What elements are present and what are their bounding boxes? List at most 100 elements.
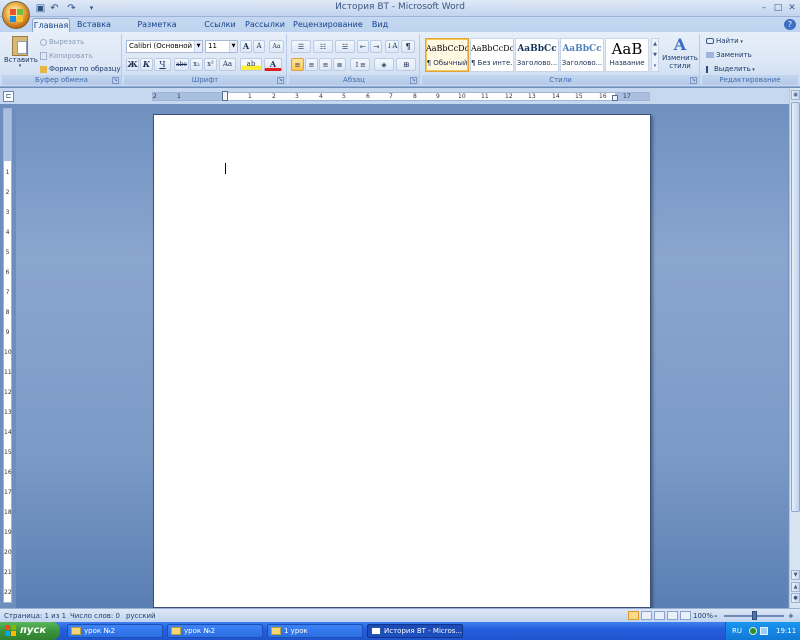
paste-dropdown-icon[interactable]: ▾ xyxy=(4,64,36,69)
font-color-button[interactable]: A xyxy=(264,58,282,71)
language-status[interactable]: русский xyxy=(126,610,156,622)
change-case-button[interactable]: Aa xyxy=(219,58,236,71)
replace-button[interactable]: Заменить xyxy=(706,51,752,59)
subscript-button[interactable]: x₂ xyxy=(190,58,203,71)
office-button[interactable] xyxy=(2,1,30,29)
justify-button[interactable]: ≣ xyxy=(333,58,346,71)
align-center-icon: ≡ xyxy=(308,61,315,69)
right-indent-marker-icon[interactable] xyxy=(612,95,618,101)
web-layout-view-icon[interactable] xyxy=(654,611,665,620)
taskbar-button-word[interactable]: История ВТ - Micros... xyxy=(367,624,463,638)
vertical-scrollbar[interactable]: ▣ ▼ ▲ ● xyxy=(789,88,800,608)
chevron-down-icon[interactable]: ▼ xyxy=(652,50,658,61)
outline-view-icon[interactable] xyxy=(667,611,678,620)
tab-page-layout[interactable]: Разметка страницы xyxy=(120,18,194,42)
font-size-combo[interactable]: 11 ▼ xyxy=(205,40,238,53)
tab-view[interactable]: Вид xyxy=(368,18,392,32)
paste-button[interactable]: Вставить ▾ xyxy=(4,36,38,72)
page-count-status[interactable]: Страница: 1 из 1 xyxy=(4,610,66,622)
clock[interactable]: 19:11 xyxy=(776,625,796,637)
document-page[interactable] xyxy=(153,114,651,608)
draft-view-icon[interactable] xyxy=(680,611,691,620)
ruler-mark: 20 xyxy=(4,549,12,556)
scroll-thumb[interactable] xyxy=(791,102,800,512)
multilevel-list-button[interactable]: ☱ xyxy=(335,40,355,53)
maximize-button[interactable]: □ xyxy=(772,2,784,14)
style-heading-1[interactable]: AaBbCc Заголово... xyxy=(515,38,559,72)
clear-formatting-button[interactable]: Aa xyxy=(269,40,284,53)
tab-review[interactable]: Рецензирование xyxy=(293,18,363,32)
style-title[interactable]: AaB Название xyxy=(605,38,649,72)
numbering-button[interactable]: ☷ xyxy=(313,40,333,53)
tab-home[interactable]: Главная xyxy=(32,18,70,32)
vertical-ruler[interactable]: 1 2 3 4 5 6 7 8 9 10 11 12 13 14 15 16 1… xyxy=(3,108,12,603)
clipboard-launcher-icon[interactable]: ↘ xyxy=(112,77,119,84)
tab-mailings[interactable]: Рассылки xyxy=(245,18,285,32)
scroll-down-icon[interactable]: ▼ xyxy=(791,570,800,580)
strikethrough-button[interactable]: abe xyxy=(174,58,189,71)
ruler-mark: 11 xyxy=(481,93,489,100)
taskbar-button-folder-3[interactable]: 1 урок xyxy=(267,624,363,638)
cut-button[interactable]: Вырезать xyxy=(40,38,84,46)
align-right-button[interactable]: ≡ xyxy=(319,58,332,71)
more-styles-icon[interactable]: ▾ xyxy=(652,61,658,72)
tab-selector-icon[interactable]: ⊏ xyxy=(3,91,14,102)
superscript-button[interactable]: x² xyxy=(204,58,217,71)
zoom-in-button[interactable]: + xyxy=(788,610,794,622)
grow-font-button[interactable]: A xyxy=(240,40,252,53)
ruler-view-icon[interactable]: ▣ xyxy=(791,90,800,100)
sort-button[interactable]: ↓A xyxy=(385,40,399,53)
borders-button[interactable]: ⊞ xyxy=(396,58,416,71)
paragraph-group: ☰ ☷ ☱ ⇤ ⇥ ↓A ¶ ≡ ≡ ≡ ≣ ↕≡ ◈ ⊞ Абзац ↘ xyxy=(289,34,420,85)
font-family-combo[interactable]: Calibri (Основной те ▼ xyxy=(126,40,203,53)
decrease-indent-button[interactable]: ⇤ xyxy=(357,40,369,53)
help-icon[interactable]: ? xyxy=(784,19,796,30)
find-button[interactable]: Найти ▾ xyxy=(706,37,743,45)
bold-button[interactable]: Ж xyxy=(126,58,139,71)
align-left-button[interactable]: ≡ xyxy=(291,58,304,71)
taskbar-button-folder-2[interactable]: урок №2 xyxy=(167,624,263,638)
bullets-button[interactable]: ☰ xyxy=(291,40,311,53)
show-marks-button[interactable]: ¶ xyxy=(401,40,415,53)
italic-button[interactable]: К xyxy=(140,58,153,71)
shrink-font-button[interactable]: A xyxy=(253,40,265,53)
underline-button[interactable]: Ч xyxy=(154,58,171,71)
taskbar-button-folder-1[interactable]: урок №2 xyxy=(67,624,163,638)
change-styles-button[interactable]: A Изменить стили xyxy=(662,36,698,74)
tab-references[interactable]: Ссылки xyxy=(201,18,239,32)
input-language-indicator[interactable]: RU xyxy=(732,625,742,637)
select-browse-object-icon[interactable]: ● xyxy=(791,593,800,603)
zoom-level[interactable]: 100% xyxy=(693,610,713,622)
indent-marker-icon[interactable] xyxy=(222,91,228,101)
horizontal-ruler[interactable]: 2 1 1 2 3 4 5 6 7 8 9 10 11 12 13 14 15 … xyxy=(152,91,650,101)
network-icon[interactable] xyxy=(760,627,768,635)
minimize-button[interactable]: – xyxy=(758,2,770,14)
format-painter-button[interactable]: Формат по образцу xyxy=(40,65,121,73)
tab-insert[interactable]: Вставка xyxy=(75,18,113,32)
align-center-button[interactable]: ≡ xyxy=(305,58,318,71)
styles-launcher-icon[interactable]: ↘ xyxy=(690,77,697,84)
close-button[interactable]: ✕ xyxy=(786,2,798,14)
start-button[interactable]: пуск xyxy=(0,622,60,640)
paragraph-launcher-icon[interactable]: ↘ xyxy=(410,77,417,84)
print-layout-view-icon[interactable] xyxy=(628,611,639,620)
font-launcher-icon[interactable]: ↘ xyxy=(277,77,284,84)
increase-indent-button[interactable]: ⇥ xyxy=(370,40,382,53)
full-screen-reading-view-icon[interactable] xyxy=(641,611,652,620)
highlight-button[interactable]: ab xyxy=(240,58,262,71)
antivirus-icon[interactable] xyxy=(749,627,757,635)
previous-page-icon[interactable]: ▲ xyxy=(791,582,800,592)
styles-scroll[interactable]: ▲ ▼ ▾ xyxy=(651,38,659,72)
zoom-out-button[interactable]: – xyxy=(714,610,718,622)
style-heading-2[interactable]: AaBbCc Заголово... xyxy=(560,38,604,72)
style-normal[interactable]: AaBbCcDc ¶ Обычный xyxy=(425,38,469,72)
style-no-spacing[interactable]: AaBbCcDc ¶ Без инте... xyxy=(470,38,514,72)
zoom-slider-thumb[interactable] xyxy=(752,611,757,620)
justify-icon: ≣ xyxy=(336,61,343,69)
copy-button[interactable]: Копировать xyxy=(40,52,93,60)
word-count-status[interactable]: Число слов: 0 xyxy=(70,610,120,622)
shading-button[interactable]: ◈ xyxy=(374,58,394,71)
chevron-up-icon[interactable]: ▲ xyxy=(652,39,658,50)
line-spacing-button[interactable]: ↕≡ xyxy=(350,58,370,71)
select-button[interactable]: Выделить ▾ xyxy=(706,65,755,73)
